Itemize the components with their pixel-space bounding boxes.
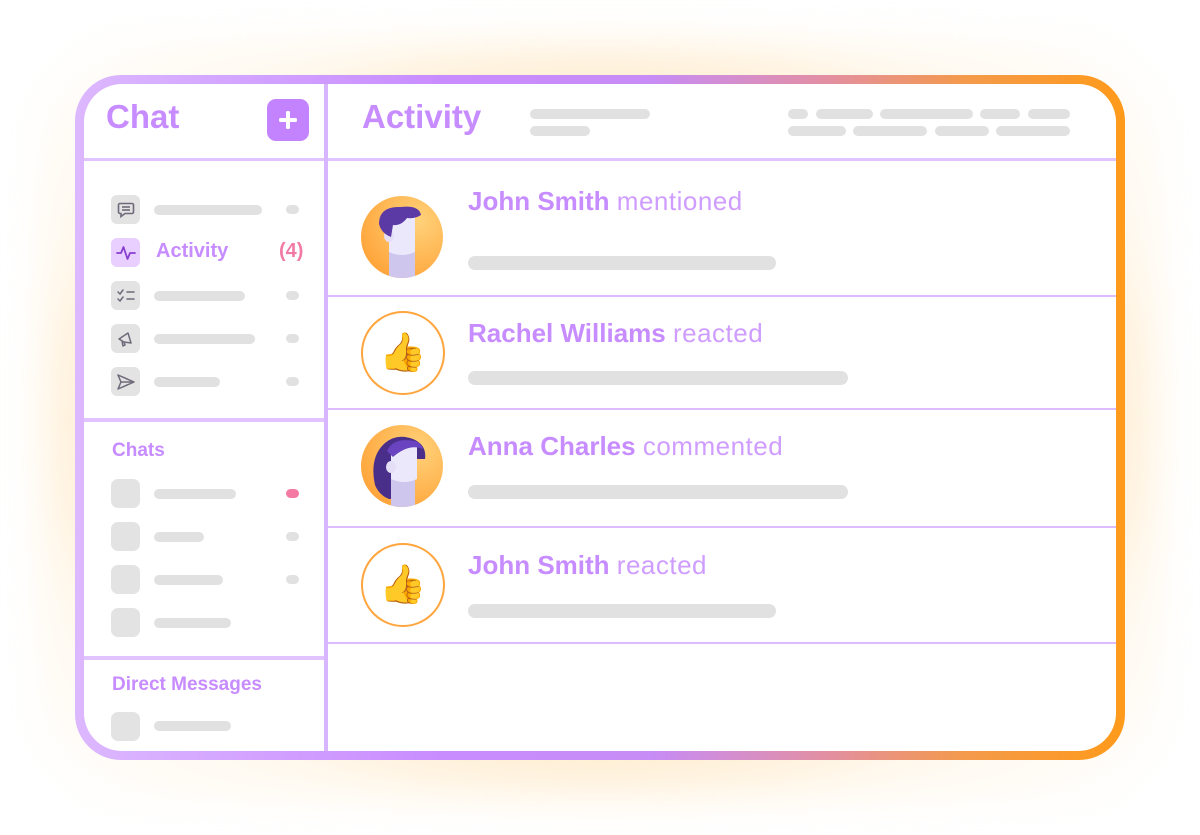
chat-name-placeholder xyxy=(154,489,236,499)
header-meta-placeholder xyxy=(853,126,927,136)
chat-avatar-placeholder xyxy=(111,608,140,637)
chat-name-placeholder xyxy=(154,618,231,628)
activity-text: John Smith mentioned xyxy=(468,186,743,217)
page-title: Activity xyxy=(362,98,482,135)
activity-feed-item[interactable]: John Smith mentioned xyxy=(328,161,1116,297)
header-meta-placeholder xyxy=(1028,109,1070,119)
man-avatar xyxy=(361,196,443,278)
chats-section: Chats xyxy=(84,422,324,660)
header-meta-placeholder xyxy=(816,109,873,119)
activity-text: John Smith reacted xyxy=(468,550,707,581)
header-meta-placeholder xyxy=(980,109,1020,119)
header-meta-placeholder xyxy=(996,126,1070,136)
sidebar-item-label: Activity xyxy=(156,240,229,262)
chat-avatar-placeholder xyxy=(111,565,140,594)
activity-header: Activity xyxy=(328,84,1116,161)
activity-action: commented xyxy=(642,431,784,461)
checklist-icon xyxy=(111,281,140,310)
megaphone-icon xyxy=(111,324,140,353)
activity-pulse-icon xyxy=(111,238,140,267)
count-placeholder xyxy=(286,532,299,541)
activity-action: mentioned xyxy=(616,186,743,216)
send-icon xyxy=(111,367,140,396)
subtitle-placeholder xyxy=(530,109,650,119)
count-placeholder xyxy=(286,575,299,584)
subtitle-placeholder xyxy=(530,126,590,136)
chat-name-placeholder xyxy=(154,575,223,585)
label-placeholder xyxy=(154,377,220,387)
new-chat-button[interactable] xyxy=(267,99,309,141)
label-placeholder xyxy=(154,334,255,344)
user-name[interactable]: John Smith xyxy=(468,186,610,216)
sidebar-item-sent[interactable] xyxy=(111,367,311,397)
sidebar: Chat Activity (4) Chats Direct Messages xyxy=(84,84,328,751)
direct-messages-section: Direct Messages xyxy=(84,660,324,751)
activity-feed-item[interactable]: 👍 John Smith reacted xyxy=(328,526,1116,644)
count-placeholder xyxy=(286,377,299,386)
user-name[interactable]: John Smith xyxy=(468,550,610,580)
message-preview-placeholder xyxy=(468,485,848,499)
header-meta-placeholder xyxy=(788,109,808,119)
unread-indicator xyxy=(286,489,299,498)
chat-avatar-placeholder xyxy=(111,479,140,508)
count-placeholder xyxy=(286,205,299,214)
activity-text: Anna Charles commented xyxy=(468,431,783,462)
thumbs-up-icon: 👍 xyxy=(361,311,445,395)
user-name[interactable]: Rachel Williams xyxy=(468,318,666,348)
activity-feed-item[interactable]: 👍 Rachel Williams reacted xyxy=(328,295,1116,410)
sidebar-header: Chat xyxy=(84,84,324,161)
sidebar-item-activity[interactable]: Activity (4) xyxy=(111,238,311,268)
plus-icon xyxy=(279,111,297,129)
header-meta-placeholder xyxy=(880,109,973,119)
sidebar-item-tasks[interactable] xyxy=(111,281,311,311)
chat-app-window: Chat Activity (4) Chats Direct Messages … xyxy=(84,84,1116,751)
sidebar-item-chat[interactable] xyxy=(111,195,311,225)
header-meta-placeholder xyxy=(935,126,989,136)
activity-feed-item[interactable]: Anna Charles commented xyxy=(328,410,1116,528)
sidebar-nav: Activity (4) xyxy=(84,161,324,422)
header-meta-placeholder xyxy=(788,126,846,136)
label-placeholder xyxy=(154,291,245,301)
activity-panel: Activity John Smith mentioned 👍 Rachel W… xyxy=(328,84,1116,751)
message-preview-placeholder xyxy=(468,604,776,618)
message-preview-placeholder xyxy=(468,371,848,385)
chats-section-title: Chats xyxy=(112,440,165,461)
activity-action: reacted xyxy=(616,550,708,580)
activity-text: Rachel Williams reacted xyxy=(468,318,763,349)
thumbs-up-icon: 👍 xyxy=(361,543,445,627)
count-placeholder xyxy=(286,291,299,300)
count-placeholder xyxy=(286,334,299,343)
woman-avatar xyxy=(361,425,443,507)
activity-action: reacted xyxy=(672,318,764,348)
direct-messages-title: Direct Messages xyxy=(112,674,262,695)
chat-name-placeholder xyxy=(154,532,204,542)
dm-avatar-placeholder xyxy=(111,712,140,741)
sidebar-item-announcements[interactable] xyxy=(111,324,311,354)
dm-name-placeholder xyxy=(154,721,231,731)
message-preview-placeholder xyxy=(468,256,776,270)
label-placeholder xyxy=(154,205,262,215)
chat-avatar-placeholder xyxy=(111,522,140,551)
chat-bubble-icon xyxy=(111,195,140,224)
sidebar-title: Chat xyxy=(106,98,180,135)
user-name[interactable]: Anna Charles xyxy=(468,431,636,461)
activity-count-badge: (4) xyxy=(279,240,304,262)
